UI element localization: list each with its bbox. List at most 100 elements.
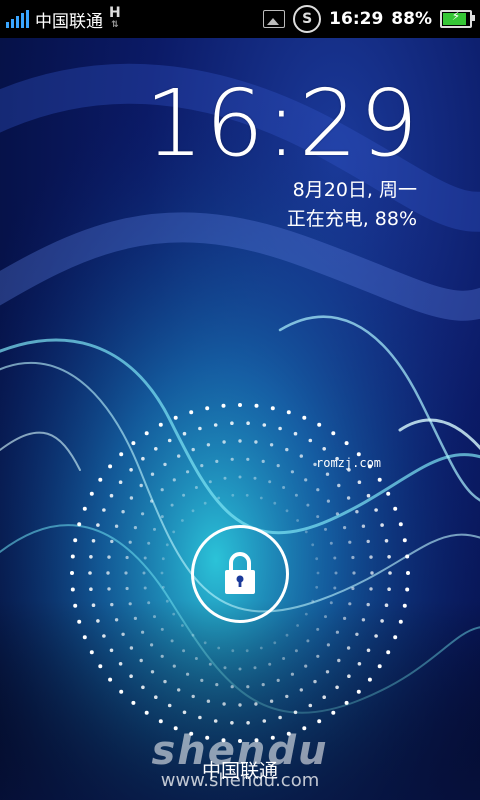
unlock-dot: [160, 571, 164, 575]
unlock-dot: [198, 715, 202, 720]
unlock-dot: [191, 509, 195, 513]
unlock-dot: [189, 410, 194, 415]
unlock-dot: [98, 664, 103, 669]
unlock-dot: [141, 512, 145, 516]
unlock-dot: [304, 530, 308, 534]
unlock-dot: [121, 510, 125, 514]
unlock-dot: [343, 526, 347, 530]
unlock-dot: [217, 496, 221, 500]
unlock-dot: [114, 618, 119, 622]
unlock-dot: [406, 571, 410, 575]
unlock-dot: [366, 539, 370, 544]
unlock-dot: [273, 641, 277, 645]
unlock-dot: [129, 674, 133, 678]
unlock-dot: [355, 632, 359, 636]
unlock-dot: [294, 649, 298, 653]
unlock-handle[interactable]: [191, 525, 289, 623]
unlock-dot: [276, 678, 280, 683]
unlock-dot: [387, 555, 391, 559]
unlock-dot: [259, 496, 263, 500]
unlock-dot: [393, 635, 398, 640]
unlock-dot: [73, 538, 78, 543]
unlock-dot: [163, 462, 167, 467]
unlock-dot: [304, 478, 308, 482]
unlock-dot: [213, 719, 218, 723]
unlock-dot: [143, 586, 147, 590]
unlock-dot: [278, 426, 282, 431]
unlock-dot: [348, 602, 352, 606]
unlock-dot: [167, 703, 172, 708]
unlock-dot: [254, 702, 258, 706]
unlock-dot: [377, 477, 382, 482]
unlock-dot: [337, 658, 341, 663]
unlock-dot: [77, 522, 82, 527]
unlock-dot: [172, 530, 176, 534]
unlock-dot: [325, 472, 330, 476]
unlock-dot: [177, 688, 181, 692]
unlock-dot: [245, 649, 249, 653]
unlock-dot: [398, 619, 403, 624]
unlock-dot: [182, 431, 187, 436]
unlock-dot: [77, 619, 82, 624]
unlock-dot: [150, 499, 154, 503]
unlock-dot: [273, 501, 277, 505]
unlock-dot: [402, 603, 407, 608]
unlock-dot: [161, 585, 165, 589]
unlock-dot: [170, 503, 174, 507]
unlock-dot: [316, 571, 320, 575]
unlock-dot: [119, 689, 124, 694]
unlock-dot: [131, 700, 136, 705]
unlock-dot: [352, 571, 356, 575]
unlock-dot: [335, 512, 339, 516]
unlock-dot: [142, 571, 146, 575]
unlock-dot: [285, 447, 289, 452]
unlock-dot: [200, 464, 204, 468]
unlock-dot: [285, 633, 289, 637]
unlock-dot: [386, 491, 391, 496]
unlock-dot: [150, 670, 155, 674]
unlock-dot: [246, 457, 250, 461]
unlock-dot: [254, 440, 258, 444]
unlock-dot: [133, 616, 137, 621]
unlock-dot: [230, 457, 234, 461]
brand-url: www.shendu.com: [160, 770, 320, 791]
unlock-dot: [129, 468, 133, 472]
unlock-dot: [143, 556, 147, 560]
unlock-dot: [369, 555, 373, 559]
unlock-dot: [246, 685, 250, 689]
unlock-dot: [119, 452, 124, 457]
unlock-dot: [154, 447, 158, 451]
unlock-dot: [285, 509, 289, 513]
unlock-dot: [191, 633, 195, 637]
unlock-dot: [153, 615, 156, 619]
unlock-dot: [89, 555, 93, 559]
lock-screen: 中国联通 H ⇅ S 16:29 88% ⚡ 16:29 8月20日, 周一 正在…: [0, 0, 480, 800]
unlock-dot: [268, 662, 272, 666]
unlock-dot: [286, 410, 291, 415]
unlock-dot: [253, 476, 257, 480]
unlock-dot: [165, 543, 169, 547]
unlock-dot: [96, 523, 100, 527]
unlock-dot: [107, 587, 111, 591]
unlock-dot: [324, 615, 327, 619]
unlock-dot: [107, 555, 111, 559]
unlock-dot: [238, 703, 242, 707]
unlock-dot: [102, 508, 106, 512]
unlock-dot: [290, 470, 294, 474]
unlock-dot: [213, 423, 218, 427]
unlock-dot: [128, 602, 132, 606]
unlock-dot: [269, 699, 274, 703]
unlock-dot: [331, 710, 336, 715]
unlock-dot: [231, 493, 235, 497]
unlock-dot: [203, 501, 207, 505]
unlock-dot: [304, 664, 308, 668]
unlock-dot: [308, 703, 313, 708]
unlock-dot: [194, 486, 198, 489]
unlock-dot: [194, 657, 198, 660]
unlock-dot: [315, 557, 319, 561]
unlock-dot: [109, 493, 114, 498]
unlock-dot: [262, 423, 267, 427]
unlock-dot: [366, 493, 371, 498]
unlock-dot: [316, 627, 320, 631]
unlock-dot: [402, 538, 407, 543]
